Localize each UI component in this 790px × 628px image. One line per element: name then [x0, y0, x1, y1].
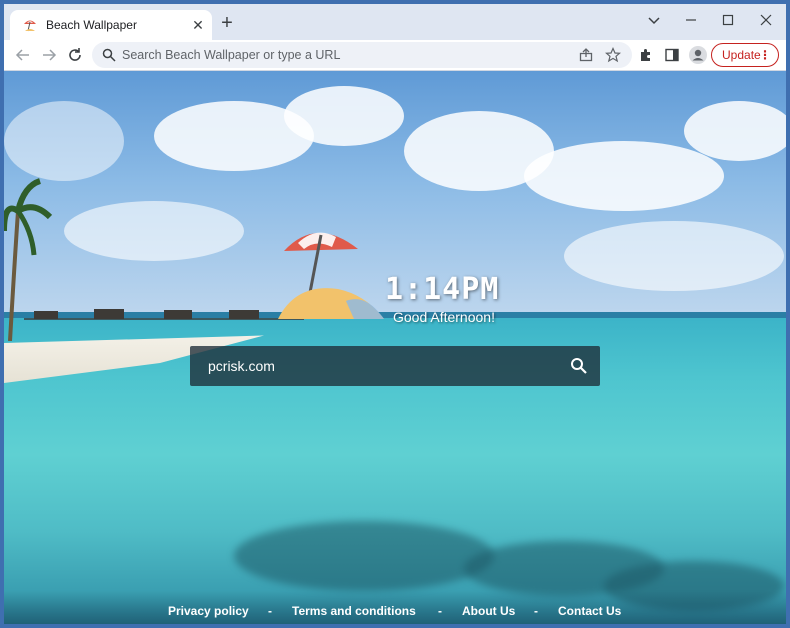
- share-icon[interactable]: [578, 47, 594, 63]
- beach-umbrella-icon: [24, 20, 36, 32]
- cloud: [524, 141, 724, 211]
- back-arrow-icon[interactable]: [14, 46, 32, 64]
- cloud: [564, 221, 784, 291]
- close-window-icon[interactable]: [754, 10, 778, 30]
- about-us-link[interactable]: About Us: [462, 604, 515, 618]
- tab-title: Beach Wallpaper: [46, 18, 137, 32]
- kebab-menu-icon[interactable]: ⋮: [759, 44, 771, 66]
- plus-icon[interactable]: +: [218, 13, 236, 33]
- profile-icon[interactable]: [688, 45, 708, 65]
- footer: Privacy policy - Terms and conditions - …: [4, 591, 786, 624]
- cloud: [284, 86, 404, 146]
- footer-separator: -: [268, 604, 272, 618]
- search-input[interactable]: [190, 346, 560, 386]
- minimize-icon[interactable]: [679, 10, 703, 30]
- update-label: Update: [722, 48, 761, 62]
- reef: [234, 521, 494, 591]
- star-icon[interactable]: [605, 47, 621, 63]
- palm-tree: [4, 178, 53, 341]
- privacy-policy-link[interactable]: Privacy policy: [168, 604, 249, 618]
- maximize-icon[interactable]: [716, 10, 740, 30]
- omnibox-placeholder: Search Beach Wallpaper or type a URL: [122, 48, 341, 62]
- tab-beach-wallpaper[interactable]: Beach Wallpaper ✕: [10, 10, 212, 40]
- contact-us-link[interactable]: Contact Us: [558, 604, 621, 618]
- browser-toolbar: Search Beach Wallpaper or type a URL Upd…: [4, 40, 786, 71]
- search-icon[interactable]: [570, 357, 588, 375]
- clock-time: 1:14PM: [385, 272, 500, 307]
- search-bar: [190, 346, 600, 386]
- new-tab-page: 1:14PM Good Afternoon! Privacy policy - …: [4, 71, 786, 624]
- chevron-down-icon[interactable]: [642, 10, 666, 30]
- footer-separator: -: [534, 604, 538, 618]
- beach-umbrella-logo: [278, 232, 384, 319]
- water-bungalows: [24, 309, 304, 320]
- omnibox[interactable]: Search Beach Wallpaper or type a URL: [92, 42, 632, 68]
- puzzle-icon[interactable]: [638, 47, 654, 63]
- greeting-text: Good Afternoon!: [393, 309, 495, 325]
- cloud: [4, 101, 124, 181]
- update-button[interactable]: Update ⋮: [711, 43, 779, 67]
- tab-strip: Beach Wallpaper ✕ +: [4, 4, 786, 40]
- footer-separator: -: [438, 604, 442, 618]
- terms-link[interactable]: Terms and conditions: [292, 604, 416, 618]
- cloud: [684, 101, 786, 161]
- cloud: [64, 201, 244, 261]
- reload-icon[interactable]: [66, 46, 84, 64]
- search-icon: [102, 48, 116, 62]
- forward-arrow-icon[interactable]: [40, 46, 58, 64]
- side-panel-icon[interactable]: [664, 47, 680, 63]
- browser-window: Beach Wallpaper ✕ + Search Beach Wallpap…: [4, 4, 786, 624]
- close-icon[interactable]: ✕: [190, 17, 206, 33]
